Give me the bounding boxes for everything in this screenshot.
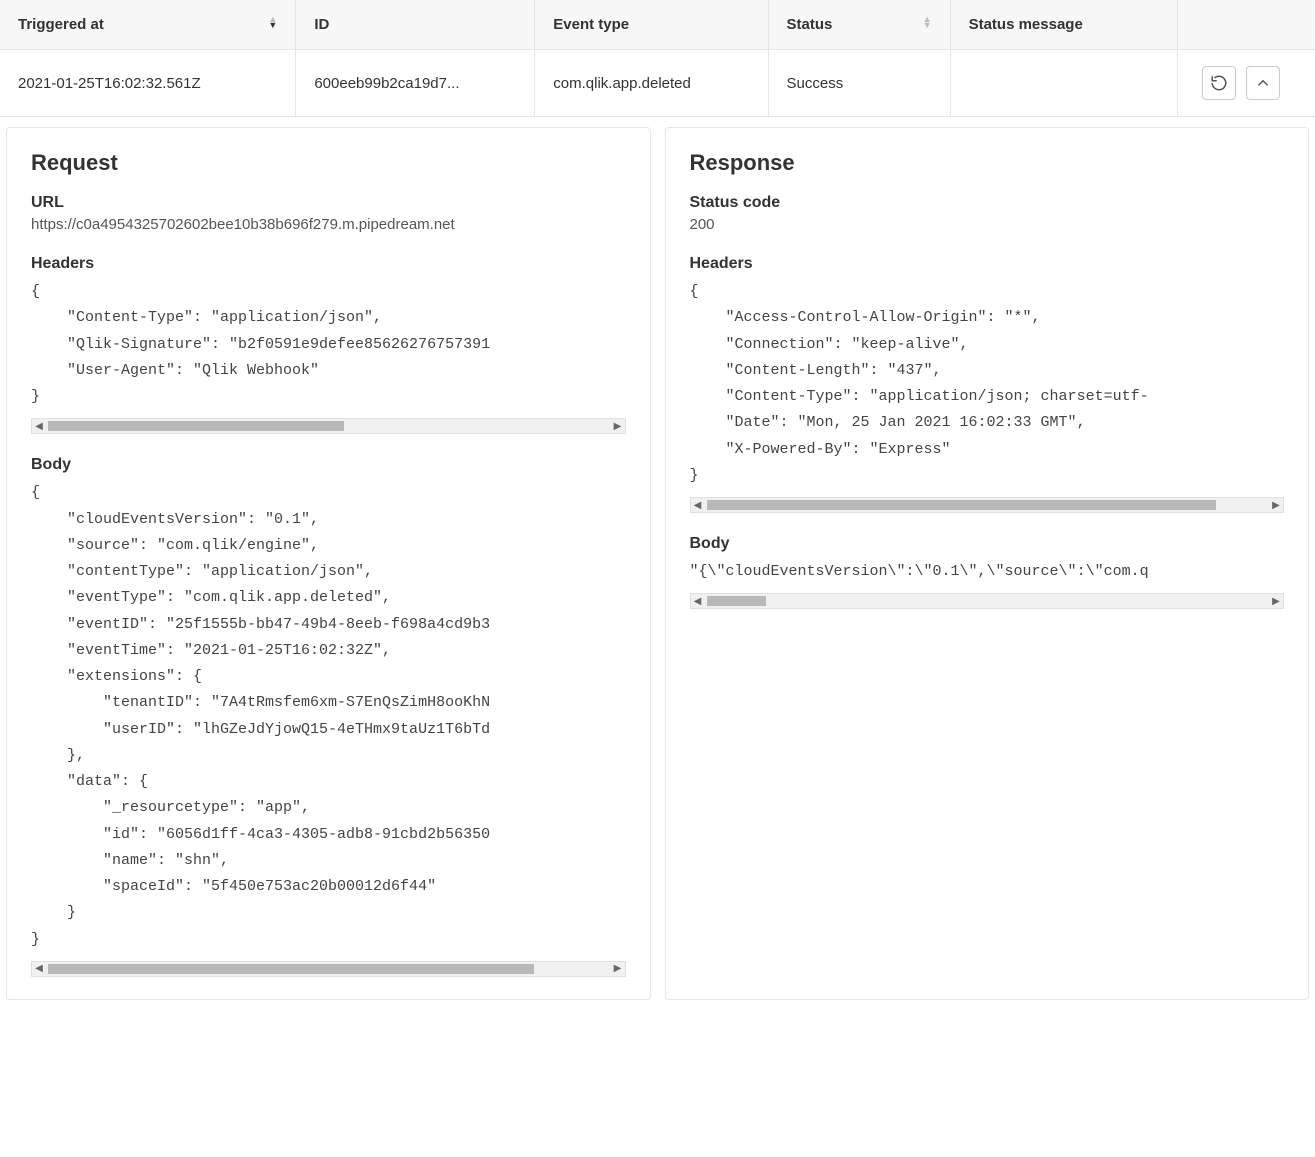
cell-actions: [1178, 50, 1315, 117]
request-headers-label: Headers: [31, 255, 626, 273]
request-panel: Request URL https://c0a4954325702602bee1…: [6, 127, 651, 1000]
scrollbar[interactable]: ◀ ▶: [690, 497, 1285, 513]
scrollbar[interactable]: ◀ ▶: [31, 961, 626, 977]
cell-status: Success: [768, 50, 950, 117]
request-body-label: Body: [31, 456, 626, 474]
status-code-label: Status code: [690, 194, 1285, 212]
col-header-status[interactable]: Status ▲▼: [768, 0, 950, 50]
response-body-code: "{\"cloudEventsVersion\":\"0.1\",\"sourc…: [690, 559, 1285, 585]
cell-status-message: [950, 50, 1178, 117]
request-body-block: { "cloudEventsVersion": "0.1", "source":…: [31, 478, 626, 957]
scroll-right-icon[interactable]: ▶: [1269, 500, 1283, 511]
col-header-id[interactable]: ID: [296, 0, 535, 50]
scroll-left-icon[interactable]: ◀: [32, 963, 46, 974]
detail-panels: Request URL https://c0a4954325702602bee1…: [0, 117, 1315, 1006]
sort-icon[interactable]: ▲▼: [923, 16, 932, 28]
request-headers-block: { "Content-Type": "application/json", "Q…: [31, 277, 626, 414]
cell-triggered: 2021-01-25T16:02:32.561Z: [0, 50, 296, 117]
scroll-right-icon[interactable]: ▶: [1269, 596, 1283, 607]
scroll-left-icon[interactable]: ◀: [32, 421, 46, 432]
refresh-icon: [1210, 74, 1228, 92]
deliveries-table: Triggered at ▲▼ ID Event type Status ▲▼ …: [0, 0, 1315, 117]
request-headers-code: { "Content-Type": "application/json", "Q…: [31, 279, 626, 410]
scroll-left-icon[interactable]: ◀: [691, 500, 705, 511]
status-code-value: 200: [690, 216, 1285, 233]
scroll-left-icon[interactable]: ◀: [691, 596, 705, 607]
response-panel: Response Status code 200 Headers { "Acce…: [665, 127, 1310, 1000]
table-row[interactable]: 2021-01-25T16:02:32.561Z 600eeb99b2ca19d…: [0, 50, 1315, 117]
cell-id: 600eeb99b2ca19d7...: [296, 50, 535, 117]
request-body-code: { "cloudEventsVersion": "0.1", "source":…: [31, 480, 626, 953]
col-header-actions: [1178, 0, 1315, 50]
col-header-status-message[interactable]: Status message: [950, 0, 1178, 50]
url-value: https://c0a4954325702602bee10b38b696f279…: [31, 216, 626, 233]
response-body-block: "{\"cloudEventsVersion\":\"0.1\",\"sourc…: [690, 557, 1285, 589]
scrollbar[interactable]: ◀ ▶: [31, 418, 626, 434]
response-headers-code: { "Access-Control-Allow-Origin": "*", "C…: [690, 279, 1285, 489]
url-label: URL: [31, 194, 626, 212]
request-title: Request: [31, 150, 626, 176]
scroll-right-icon[interactable]: ▶: [611, 963, 625, 974]
response-headers-block: { "Access-Control-Allow-Origin": "*", "C…: [690, 277, 1285, 493]
sort-icon[interactable]: ▲▼: [268, 16, 277, 28]
cell-event-type: com.qlik.app.deleted: [535, 50, 768, 117]
response-headers-label: Headers: [690, 255, 1285, 273]
scroll-right-icon[interactable]: ▶: [611, 421, 625, 432]
collapse-button[interactable]: [1246, 66, 1280, 100]
chevron-up-icon: [1254, 74, 1272, 92]
response-body-label: Body: [690, 535, 1285, 553]
col-header-event-type[interactable]: Event type: [535, 0, 768, 50]
resend-button[interactable]: [1202, 66, 1236, 100]
response-title: Response: [690, 150, 1285, 176]
col-header-triggered[interactable]: Triggered at ▲▼: [0, 0, 296, 50]
scrollbar[interactable]: ◀ ▶: [690, 593, 1285, 609]
